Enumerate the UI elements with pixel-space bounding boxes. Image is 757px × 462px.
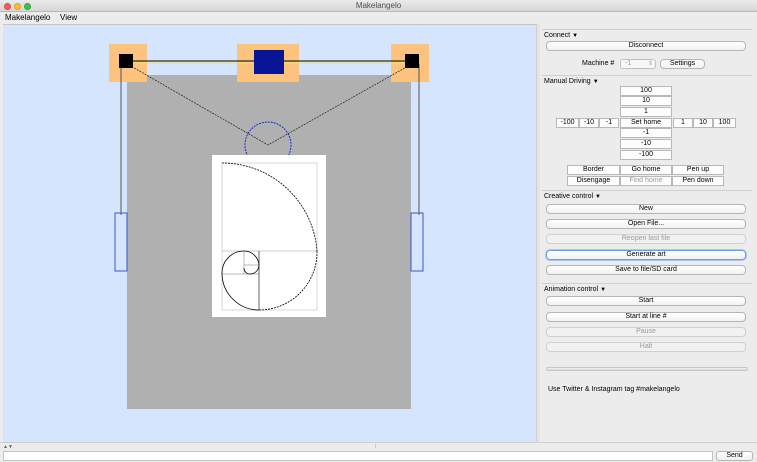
- window-title: Makelangelo: [355, 1, 402, 10]
- jog-left-1-button[interactable]: -1: [599, 118, 619, 128]
- jog-right-10-button[interactable]: 10: [693, 118, 713, 128]
- go-home-button[interactable]: Go home: [620, 165, 672, 175]
- send-button[interactable]: Send: [716, 451, 753, 461]
- generate-art-button[interactable]: Generate art: [546, 250, 746, 260]
- connect-header[interactable]: Connect ▼: [544, 32, 581, 39]
- pen-down-button[interactable]: Pen down: [672, 176, 724, 186]
- new-button[interactable]: New: [546, 204, 746, 214]
- gcode-command-input[interactable]: [3, 451, 713, 461]
- save-to-file-button[interactable]: Save to file/SD card: [546, 265, 746, 275]
- jog-right-1-button[interactable]: 1: [673, 118, 693, 128]
- find-home-button[interactable]: Find home: [620, 176, 672, 186]
- machine-number-spinner[interactable]: -1 ⇕: [620, 59, 656, 69]
- menu-view[interactable]: View: [60, 13, 77, 22]
- start-at-line-button[interactable]: Start at line #: [546, 312, 746, 322]
- machine-number-label: Machine #: [582, 60, 615, 67]
- settings-button[interactable]: Settings: [660, 59, 705, 69]
- jog-down-100-button[interactable]: -100: [620, 150, 672, 160]
- disconnect-button[interactable]: Disconnect: [546, 41, 746, 51]
- window-titlebar: Makelangelo: [0, 0, 757, 12]
- progress-bar: [546, 367, 748, 371]
- menu-makelangelo[interactable]: Makelangelo: [5, 13, 50, 22]
- social-tagline: Use Twitter & Instagram tag #makelangelo: [548, 386, 680, 393]
- left-counterweight: [114, 212, 128, 272]
- menubar: Makelangelo View: [0, 12, 757, 23]
- animation-control-header[interactable]: Animation control ▼: [544, 286, 609, 293]
- right-counterweight: [410, 212, 424, 272]
- jog-left-10-button[interactable]: -10: [579, 118, 599, 128]
- jog-up-100-button[interactable]: 100: [620, 86, 672, 96]
- paper-sheet: [212, 155, 326, 317]
- jog-left-100-button[interactable]: -100: [556, 118, 579, 128]
- jog-up-10-button[interactable]: 10: [620, 96, 672, 106]
- machine-preview: [109, 44, 429, 409]
- open-file-button[interactable]: Open File...: [546, 219, 746, 229]
- collapse-arrows-icon[interactable]: ▲▼: [3, 444, 13, 450]
- start-button[interactable]: Start: [546, 296, 746, 306]
- jog-up-1-button[interactable]: 1: [620, 107, 672, 117]
- pen-holder: [254, 50, 284, 74]
- spinner-arrows-icon: ⇕: [647, 61, 653, 67]
- jog-down-10-button[interactable]: -10: [620, 139, 672, 149]
- left-motor: [119, 54, 133, 68]
- jog-right-100-button[interactable]: 100: [713, 118, 736, 128]
- pause-button[interactable]: Pause: [546, 327, 746, 337]
- reopen-last-file-button[interactable]: Reopen last file: [546, 234, 746, 244]
- manual-driving-header[interactable]: Manual Driving ▼: [544, 78, 601, 85]
- creative-control-header[interactable]: Creative control ▼: [544, 193, 603, 200]
- command-bar: ▲▼ ⁞ Send: [0, 442, 757, 462]
- set-home-button[interactable]: Set home: [620, 118, 672, 128]
- disengage-button[interactable]: Disengage: [567, 176, 620, 186]
- pen-up-button[interactable]: Pen up: [672, 165, 724, 175]
- resize-grip-icon[interactable]: ⁞: [375, 444, 376, 450]
- border-button[interactable]: Border: [567, 165, 620, 175]
- drawing-canvas[interactable]: [3, 24, 536, 442]
- jog-down-1-button[interactable]: -1: [620, 128, 672, 138]
- halt-button[interactable]: Halt: [546, 342, 746, 352]
- right-motor: [405, 54, 419, 68]
